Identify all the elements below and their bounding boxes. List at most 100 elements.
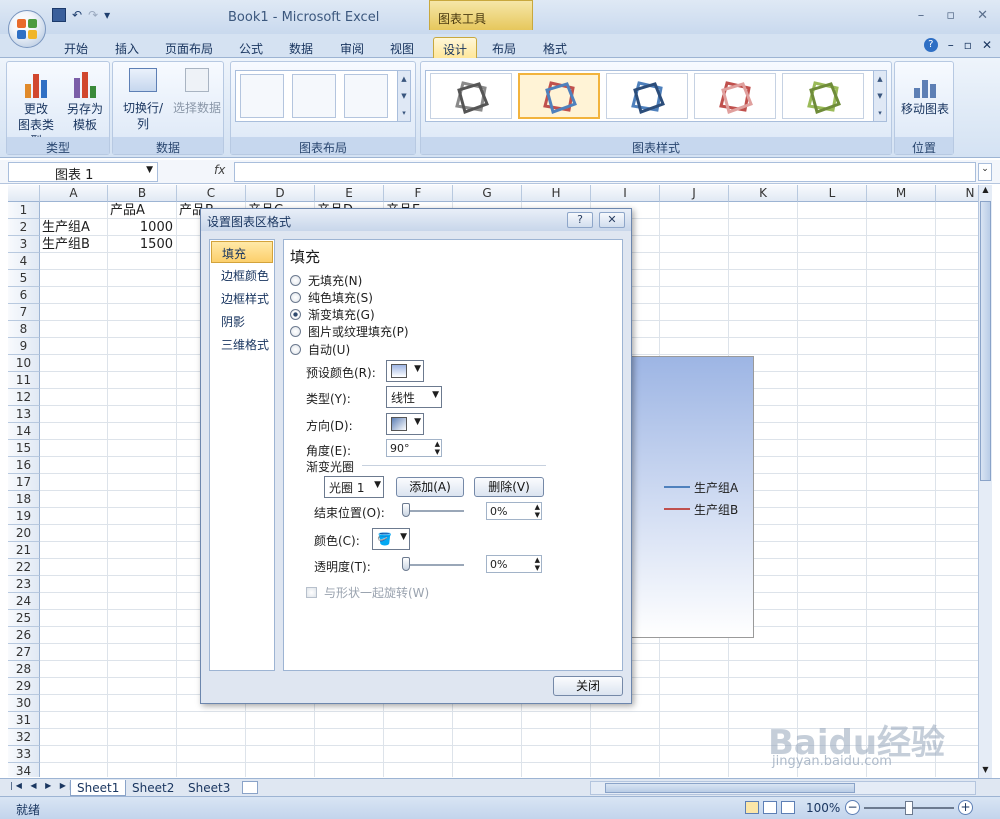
row-header[interactable]: 16 [8,457,40,474]
tab-review[interactable]: 审阅 [336,37,368,58]
style-thumb-1[interactable] [430,73,512,119]
row-header[interactable]: 9 [8,338,40,355]
layout-thumb-2[interactable] [292,74,336,118]
zoom-in-icon[interactable]: + [958,800,973,815]
row-header[interactable]: 5 [8,270,40,287]
insert-function-icon[interactable]: fx [214,163,225,177]
select-all-corner[interactable] [8,185,40,202]
scroll-up-icon[interactable]: ▲ [979,185,992,199]
customize-qat-icon[interactable]: ▾ [104,8,110,22]
radio-automatic[interactable]: 自动(U) [290,341,350,358]
doc-minimize-icon[interactable]: – [948,38,954,52]
vertical-scrollbar[interactable]: ▲ ▼ [978,185,992,779]
row-header[interactable]: 1 [8,202,40,219]
column-header[interactable]: E [315,185,384,202]
dialog-close-icon[interactable]: ✕ [599,212,625,228]
chart-legend[interactable]: 生产组A 生产组B [664,476,738,520]
row-header[interactable]: 27 [8,644,40,661]
cell-a3[interactable]: 生产组B [42,236,104,253]
row-header[interactable]: 20 [8,525,40,542]
column-header[interactable]: I [591,185,660,202]
row-header[interactable]: 7 [8,304,40,321]
row-header[interactable]: 21 [8,542,40,559]
transparency-thumb[interactable] [402,557,410,571]
layout-thumb-1[interactable] [240,74,284,118]
add-stop-button[interactable]: 添加(A) [396,477,464,497]
row-header[interactable]: 12 [8,389,40,406]
layout-thumb-3[interactable] [344,74,388,118]
insert-sheet-icon[interactable] [242,781,258,794]
cell-a2[interactable]: 生产组A [42,219,104,236]
undo-icon[interactable]: ↶ [72,8,82,22]
close-icon[interactable]: ✕ [977,8,988,23]
maximize-icon[interactable]: ▫ [946,8,955,23]
doc-close-icon[interactable]: ✕ [982,38,992,52]
zoom-slider-thumb[interactable] [905,801,913,815]
dialog-help-button[interactable]: ? [567,212,593,228]
row-header[interactable]: 4 [8,253,40,270]
row-header[interactable]: 8 [8,321,40,338]
switch-row-column-button[interactable]: 切换行/列 [117,68,169,132]
formula-input[interactable] [234,162,976,182]
row-header[interactable]: 24 [8,593,40,610]
minimize-icon[interactable]: – [918,8,925,23]
row-header[interactable]: 11 [8,372,40,389]
row-header[interactable]: 34 [8,763,40,777]
view-normal-icon[interactable] [745,801,759,814]
type-dropdown[interactable]: 线性 ▼ [386,386,442,408]
end-position-slider[interactable] [404,510,464,512]
layout-gallery-scroll[interactable]: ▲ ▼ ▾ [397,71,410,121]
move-chart-button[interactable]: 移动图表 [897,68,953,117]
help-icon[interactable]: ? [923,38,938,52]
scroll-down-icon[interactable]: ▼ [979,765,992,779]
row-header[interactable]: 14 [8,423,40,440]
spin-icon[interactable]: ▲ ▼ [535,503,540,519]
sheet-nav-icons[interactable]: |◀ ◀ ▶ ▶| [10,781,75,790]
row-header[interactable]: 3 [8,236,40,253]
column-header[interactable]: M [867,185,936,202]
tab-data[interactable]: 数据 [285,37,317,58]
row-header[interactable]: 18 [8,491,40,508]
spin-icon[interactable]: ▲ ▼ [435,440,440,456]
color-dropdown[interactable]: 🪣 ▼ [372,528,410,550]
column-header[interactable]: B [108,185,177,202]
dialog-close-button[interactable]: 关闭 [553,676,623,696]
tab-view[interactable]: 视图 [386,37,418,58]
angle-input[interactable]: 90° ▲ ▼ [386,439,442,457]
column-header[interactable]: D [246,185,315,202]
tab-design[interactable]: 设计 [433,37,477,58]
row-header[interactable]: 33 [8,746,40,763]
row-header[interactable]: 28 [8,661,40,678]
sheet-tab-1[interactable]: Sheet1 [70,780,127,796]
row-header[interactable]: 2 [8,219,40,236]
transparency-slider[interactable] [404,564,464,566]
sheet-tab-2[interactable]: Sheet2 [126,780,180,796]
row-header[interactable]: 10 [8,355,40,372]
end-position-thumb[interactable] [402,503,410,517]
expand-formula-icon[interactable]: ⌄ [978,163,992,181]
rotate-with-shape-checkbox[interactable]: 与形状一起旋转(W) [306,584,429,601]
save-as-template-button[interactable]: 另存为 模板 [63,68,107,133]
tab-home[interactable]: 开始 [60,37,92,58]
hscroll-thumb[interactable] [605,783,855,793]
nav-3d-format[interactable]: 三维格式 [211,333,273,355]
name-box[interactable]: 图表 1 ▼ [8,162,158,183]
doc-restore-icon[interactable]: ▫ [964,38,972,52]
cell-b1[interactable]: 产品A [110,202,173,219]
redo-icon[interactable]: ↷ [88,8,98,22]
zoom-level[interactable]: 100% [806,801,840,815]
chevron-down-icon[interactable]: ▼ [146,165,153,175]
column-header[interactable]: A [40,185,108,202]
row-header[interactable]: 15 [8,440,40,457]
column-header[interactable]: K [729,185,798,202]
cell-b3[interactable]: 1500 [110,236,173,253]
row-header[interactable]: 19 [8,508,40,525]
tab-format[interactable]: 格式 [539,37,571,58]
style-thumb-4[interactable] [694,73,776,119]
gradient-stop-dropdown[interactable]: 光圈 1 ▼ [324,476,384,498]
cell-b2[interactable]: 1000 [110,219,173,236]
row-header[interactable]: 13 [8,406,40,423]
style-thumb-2[interactable] [518,73,600,119]
column-header[interactable]: C [177,185,246,202]
row-header[interactable]: 22 [8,559,40,576]
